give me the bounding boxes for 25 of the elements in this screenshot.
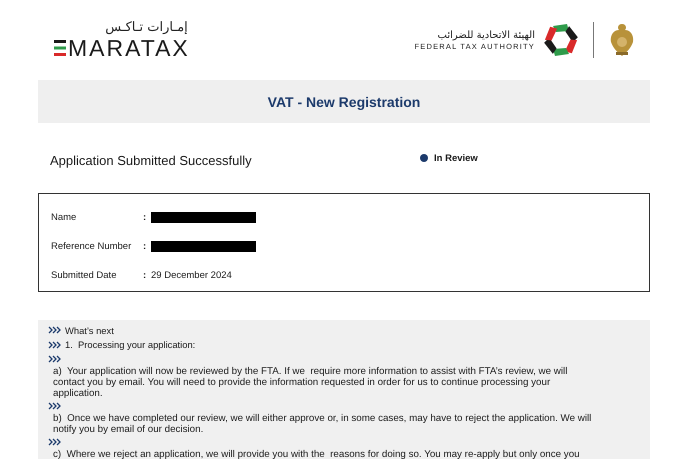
logo-arabic-text: إمـارات تـاكـس	[105, 20, 188, 36]
info-paragraph: a) Your application will now be reviewed by the FTA. If we require more information to assist with FTA’s review, we will contact you by email. You will need to provide the information requested in order for us to continue processing your application.	[53, 366, 568, 399]
colon-separator: :	[143, 241, 148, 252]
field-label: Reference Number	[51, 241, 132, 252]
status-label: In Review	[434, 152, 478, 164]
logo-mark-icon	[54, 40, 66, 56]
field-value: 29 December 2024	[151, 270, 232, 281]
field-label: Submitted Date	[51, 270, 118, 281]
logo-text: MARATAX	[68, 36, 190, 60]
chevrons-icon	[48, 437, 61, 447]
info-paragraph: c) Where we reject an application, we will provide you with the reasons for doing so. You may re-apply but only once you	[53, 449, 580, 459]
colon-separator: :	[143, 212, 148, 223]
chevrons-icon	[48, 354, 61, 364]
info-text: What’s next	[65, 324, 114, 336]
authority-arabic-text: الهيئة الاتحادية للضرائب	[438, 28, 535, 42]
field-label: Name	[51, 212, 78, 223]
info-text: 1. Processing your application:	[65, 339, 196, 350]
status-heading: Application Submitted Successfully	[50, 152, 253, 168]
chevrons-icon	[48, 340, 61, 350]
info-paragraph: b) Once we have completed our review, we will either approve or, in some cases, may have to reject the application. We will notify you by email of our decision.	[53, 413, 592, 435]
chevrons-icon	[48, 325, 61, 336]
colon-separator: :	[143, 270, 148, 281]
chevrons-icon	[48, 401, 61, 411]
emblem-ring-icon	[543, 22, 579, 58]
page-title: VAT - New Registration	[268, 94, 420, 110]
